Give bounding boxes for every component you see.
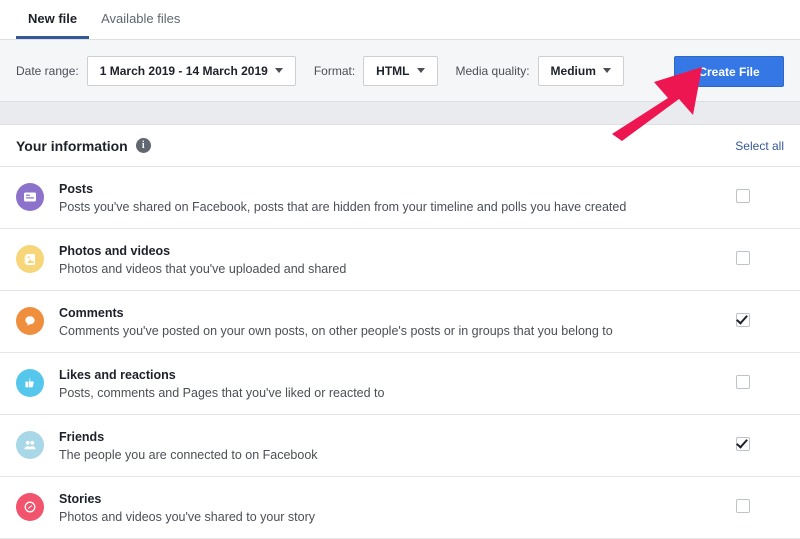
create-file-label: Create File bbox=[698, 64, 760, 79]
list-item[interactable]: Photos and videos Photos and videos that… bbox=[0, 229, 800, 291]
media-quality-value: Medium bbox=[550, 63, 596, 78]
your-information-panel: Your information i Select all Posts Post… bbox=[0, 125, 800, 539]
list-item-text: Stories Photos and videos you've shared … bbox=[59, 491, 736, 525]
checkbox-friends[interactable] bbox=[736, 437, 750, 451]
list-item-description: Posts you've shared on Facebook, posts t… bbox=[59, 200, 627, 214]
format-select[interactable]: HTML bbox=[363, 55, 438, 86]
posts-icon bbox=[16, 183, 44, 211]
date-range-label: Date range: bbox=[16, 63, 79, 78]
chevron-down-icon bbox=[416, 68, 425, 73]
filter-toolbar: Date range: 1 March 2019 - 14 March 2019… bbox=[0, 40, 800, 102]
info-icon[interactable]: i bbox=[135, 138, 151, 153]
list-item-title: Comments bbox=[59, 306, 124, 320]
checkbox-comments[interactable] bbox=[736, 313, 750, 327]
chevron-down-icon bbox=[602, 68, 611, 73]
panel-header: Your information i Select all bbox=[0, 125, 800, 167]
checkbox-stories[interactable] bbox=[736, 499, 750, 513]
media-quality-label: Media quality: bbox=[455, 63, 530, 78]
list-item-description: Comments you've posted on your own posts… bbox=[59, 324, 613, 338]
list-item[interactable]: Likes and reactions Posts, comments and … bbox=[0, 353, 800, 415]
list-item-title: Likes and reactions bbox=[59, 368, 176, 382]
list-item-title: Friends bbox=[59, 430, 105, 444]
list-item[interactable]: Friends The people you are connected to … bbox=[0, 415, 800, 477]
list-item-text: Friends The people you are connected to … bbox=[59, 429, 736, 463]
list-item-title: Stories bbox=[59, 492, 102, 506]
tab-bar: New file Available files bbox=[0, 0, 800, 40]
tab-new-file[interactable]: New file bbox=[16, 0, 90, 39]
list-item-description: The people you are connected to on Faceb… bbox=[59, 448, 318, 462]
media-quality-select[interactable]: Medium bbox=[537, 55, 624, 86]
stories-icon bbox=[16, 493, 44, 521]
friends-icon bbox=[16, 431, 44, 459]
list-item-text: Likes and reactions Posts, comments and … bbox=[59, 367, 736, 401]
tab-new-file-label: New file bbox=[28, 10, 78, 26]
list-item-title: Posts bbox=[59, 182, 94, 196]
list-item[interactable]: Posts Posts you've shared on Facebook, p… bbox=[0, 167, 800, 229]
format-label: Format: bbox=[313, 63, 356, 78]
list-item-text: Posts Posts you've shared on Facebook, p… bbox=[59, 181, 736, 215]
tab-available-files-label: Available files bbox=[101, 10, 181, 26]
list-item-title: Photos and videos bbox=[59, 244, 171, 258]
tab-available-files[interactable]: Available files bbox=[89, 0, 192, 39]
checkbox-posts[interactable] bbox=[736, 189, 750, 203]
create-file-button[interactable]: Create File bbox=[674, 56, 784, 87]
list-item[interactable]: Comments Comments you've posted on your … bbox=[0, 291, 800, 353]
date-range-value: 1 March 2019 - 14 March 2019 bbox=[99, 63, 268, 78]
list-item-description: Posts, comments and Pages that you've li… bbox=[59, 386, 385, 400]
list-item[interactable]: Stories Photos and videos you've shared … bbox=[0, 477, 800, 539]
section-spacer bbox=[0, 102, 800, 125]
list-item-description: Photos and videos that you've uploaded a… bbox=[59, 262, 347, 276]
comments-icon bbox=[16, 307, 44, 335]
list-item-text: Comments Comments you've posted on your … bbox=[59, 305, 736, 339]
checkbox-photos-and-videos[interactable] bbox=[736, 251, 750, 265]
format-value: HTML bbox=[376, 63, 410, 78]
thumbs-up-icon bbox=[16, 369, 44, 397]
select-all-link[interactable]: Select all bbox=[735, 139, 784, 153]
page-title: Your information bbox=[16, 137, 128, 154]
list-item-text: Photos and videos Photos and videos that… bbox=[59, 243, 736, 277]
checkbox-likes-and-reactions[interactable] bbox=[736, 375, 750, 389]
date-range-select[interactable]: 1 March 2019 - 14 March 2019 bbox=[86, 55, 296, 86]
chevron-down-icon bbox=[274, 68, 283, 73]
photos-videos-icon bbox=[16, 245, 44, 273]
